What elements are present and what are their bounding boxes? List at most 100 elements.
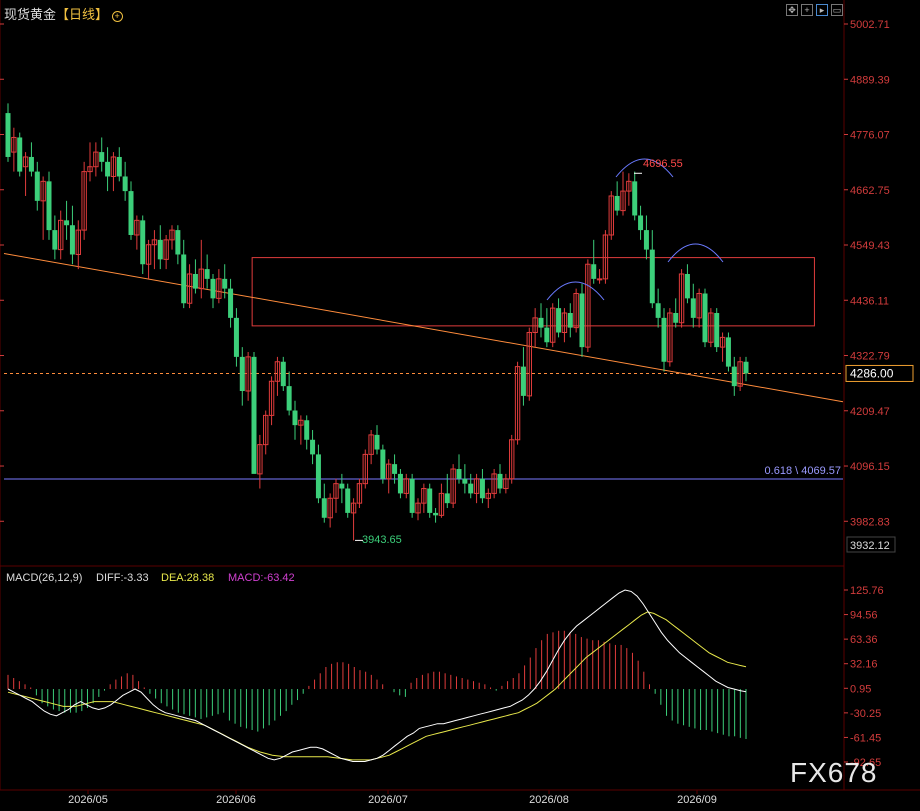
fib-label: 0.618 \ 4069.57: [765, 465, 841, 477]
candle-body-down: [725, 337, 731, 367]
candle-body-down: [538, 317, 544, 328]
candle-body-down: [304, 420, 310, 440]
candle-body-down: [192, 273, 198, 289]
price-tick-label: 4096.15: [850, 461, 890, 473]
candle-body-down: [140, 220, 146, 265]
candle-body-down: [34, 171, 40, 201]
date-label: 2026/09: [677, 794, 717, 806]
candle-body-down: [397, 473, 403, 494]
macd-tick-label: 32.16: [850, 659, 878, 671]
candle-body-up: [596, 278, 603, 281]
candle-body-down: [99, 152, 105, 162]
candle-body-down: [228, 288, 234, 318]
candle-body-down: [591, 264, 597, 279]
candle-body-down: [204, 269, 210, 279]
candle-body-down: [433, 512, 439, 516]
candle-body-down: [444, 493, 450, 504]
price-tick-label: 4549.43: [850, 240, 890, 252]
date-label: 2026/06: [216, 794, 256, 806]
candle-body-down: [497, 473, 503, 489]
macd-title: MACD(26,12,9): [6, 572, 82, 584]
watermark: FX678: [790, 757, 878, 788]
candle-body-down: [339, 483, 345, 489]
candle-body-down: [684, 273, 690, 299]
candle-body-down: [673, 312, 679, 323]
price-tick-label: 4662.75: [850, 185, 890, 197]
candle-body-down: [157, 239, 163, 260]
candle-body-down: [175, 230, 181, 255]
chart-window: 现货黄金【日线】 + ✥ + ▸ ▭ 5002.71 4889.39 4776.07…: [0, 0, 920, 811]
candle-body-down: [17, 137, 23, 172]
candle-body-down: [105, 161, 111, 177]
candle-body-down: [345, 488, 351, 513]
resistance-box: [251, 257, 815, 327]
price-tick-label: 4209.47: [850, 406, 890, 418]
candle-body-down: [392, 464, 398, 474]
candle-body-down: [321, 498, 327, 518]
min-price-label: 3932.12: [850, 540, 890, 552]
macd-tick-label: 94.56: [850, 610, 878, 622]
candle-body-down: [46, 181, 52, 231]
candle-body-down: [690, 298, 696, 318]
candle-body-down: [579, 293, 585, 348]
candle-body-down: [468, 483, 474, 494]
candle-body-down: [251, 356, 257, 474]
macd-tick-label: 125.76: [850, 585, 884, 597]
macd-diff-line: [7, 589, 747, 762]
date-label: 2026/05: [68, 794, 108, 806]
candle-body-down: [380, 449, 386, 479]
candle-body-down: [116, 156, 122, 177]
candle-body-down: [239, 356, 245, 392]
candle-body-down: [122, 176, 128, 192]
candle-body-down: [222, 278, 228, 289]
candle-body-down: [544, 327, 550, 343]
candle-body-down: [52, 230, 58, 250]
candle-body-down: [310, 439, 316, 455]
candle-body-down: [462, 478, 468, 484]
price-tick-label: 4322.79: [850, 351, 890, 363]
low-label: 3943.65: [362, 534, 402, 546]
candle-body-down: [632, 181, 638, 216]
candle-body-down: [714, 312, 720, 348]
macd-tick-label: 63.36: [850, 634, 878, 646]
price-tick-label: 3982.83: [850, 516, 890, 528]
candle-body-down: [479, 478, 485, 499]
current-price-label: 4286.00: [850, 366, 894, 380]
price-tick-label: 4436.11: [850, 295, 889, 307]
candle-body-down: [661, 317, 667, 362]
candle-body-down: [731, 366, 737, 387]
candle-body-down: [556, 308, 562, 333]
candle-body-down: [315, 454, 321, 499]
macd-tick-label: -61.45: [850, 732, 881, 744]
candle-body-down: [456, 469, 462, 479]
macd-value-label: MACD:-63.42: [228, 572, 295, 584]
candle-body-down: [5, 113, 11, 157]
candle-body-down: [649, 249, 655, 304]
candle-body-down: [427, 488, 433, 513]
candle-body-down: [655, 303, 661, 318]
candle-body-down: [292, 410, 298, 426]
candle-body-down: [280, 361, 286, 387]
candle-body-down: [409, 478, 415, 513]
date-label: 2026/07: [368, 794, 408, 806]
candle-body-down: [520, 366, 526, 396]
price-tick-label: 4776.07: [850, 130, 890, 142]
price-tick-label: 5002.71: [850, 19, 890, 31]
candle-body-down: [614, 195, 620, 211]
candle-body-down: [743, 361, 749, 374]
candle-body-down: [374, 434, 380, 450]
right-shoulder-arc: [667, 243, 724, 263]
candle-body-down: [233, 317, 239, 357]
price-tick-label: 4889.39: [850, 74, 890, 86]
date-label: 2026/08: [529, 794, 569, 806]
high-label: 4696.55: [643, 158, 683, 170]
macd-dea-label: DEA:28.38: [161, 572, 214, 584]
candle-body-down: [69, 225, 75, 255]
candle-body-down: [210, 278, 216, 299]
candle-body-down: [702, 293, 708, 343]
candle-body-down: [128, 191, 134, 235]
left-shoulder-arc: [546, 281, 605, 301]
candle-body-down: [643, 230, 649, 250]
chart-svg: 5002.71 4889.39 4776.07 4662.75 4549.43 4436.…: [0, 0, 920, 806]
candle-body-down: [286, 386, 292, 411]
